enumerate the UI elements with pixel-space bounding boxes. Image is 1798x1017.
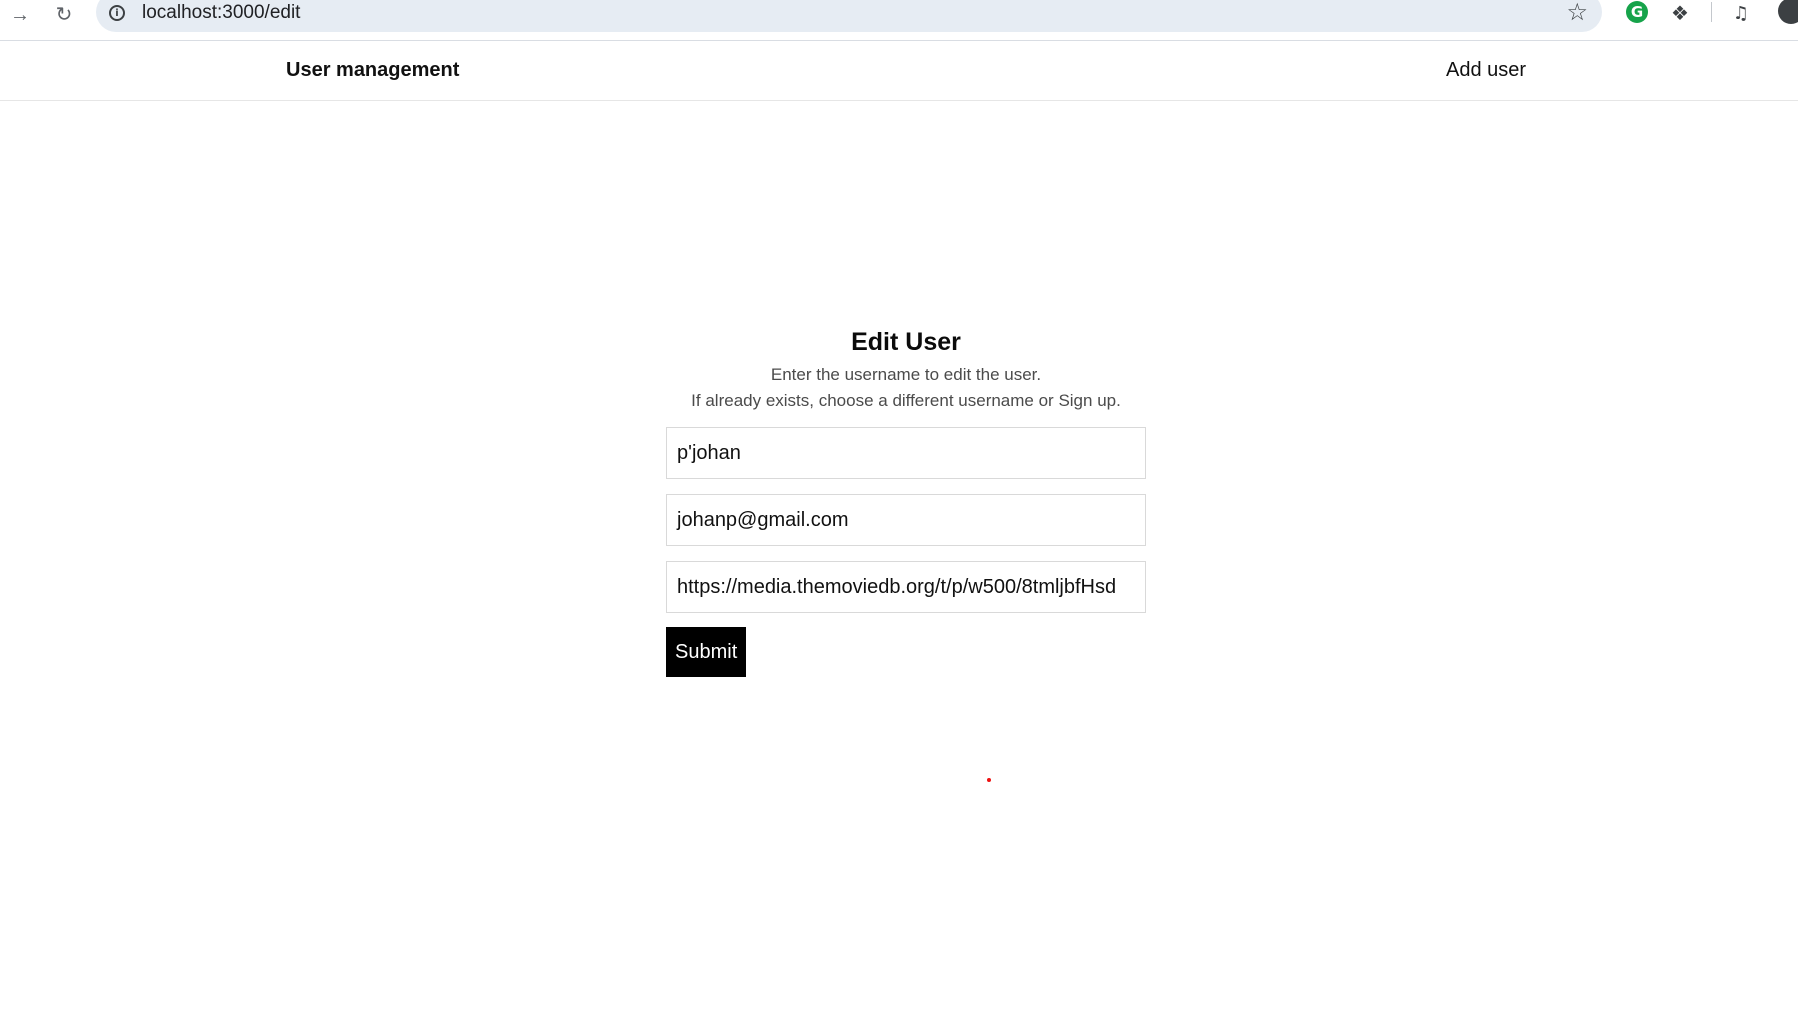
app-header: User management Add user xyxy=(0,41,1798,101)
edit-user-form: Edit User Enter the username to edit the… xyxy=(666,322,1146,677)
profile-avatar[interactable] xyxy=(1778,0,1798,24)
forward-arrow-icon[interactable]: → xyxy=(2,0,38,30)
browser-toolbar: → ↻ i localhost:3000/edit ☆ G ❖ ♫ xyxy=(0,0,1798,41)
submit-button[interactable]: Submit xyxy=(666,627,747,677)
toolbar-divider xyxy=(1711,2,1712,22)
address-bar[interactable]: i localhost:3000/edit ☆ xyxy=(96,0,1602,32)
form-title: Edit User xyxy=(851,328,961,356)
username-input[interactable]: p'johan xyxy=(666,427,1146,479)
add-user-link[interactable]: Add user xyxy=(1446,59,1526,82)
grammarly-icon[interactable]: G xyxy=(1626,1,1648,23)
cursor-dot xyxy=(987,778,991,782)
form-subtitle-line2: If already exists, choose a different us… xyxy=(691,391,1121,410)
info-icon[interactable]: i xyxy=(109,5,125,21)
bookmark-star-icon[interactable]: ☆ xyxy=(1566,0,1588,26)
url-text[interactable]: localhost:3000/edit xyxy=(142,2,300,24)
media-control-icon[interactable]: ♫ xyxy=(1728,0,1754,26)
form-subtitle-line1: Enter the username to edit the user. xyxy=(770,365,1042,384)
image-url-input[interactable]: https://media.themoviedb.org/t/p/w500/8t… xyxy=(666,561,1146,613)
email-input[interactable]: johanp@gmail.com xyxy=(666,494,1146,546)
reload-icon[interactable]: ↻ xyxy=(46,0,82,30)
extensions-puzzle-icon[interactable]: ❖ xyxy=(1667,0,1693,26)
brand-title[interactable]: User management xyxy=(286,59,459,82)
